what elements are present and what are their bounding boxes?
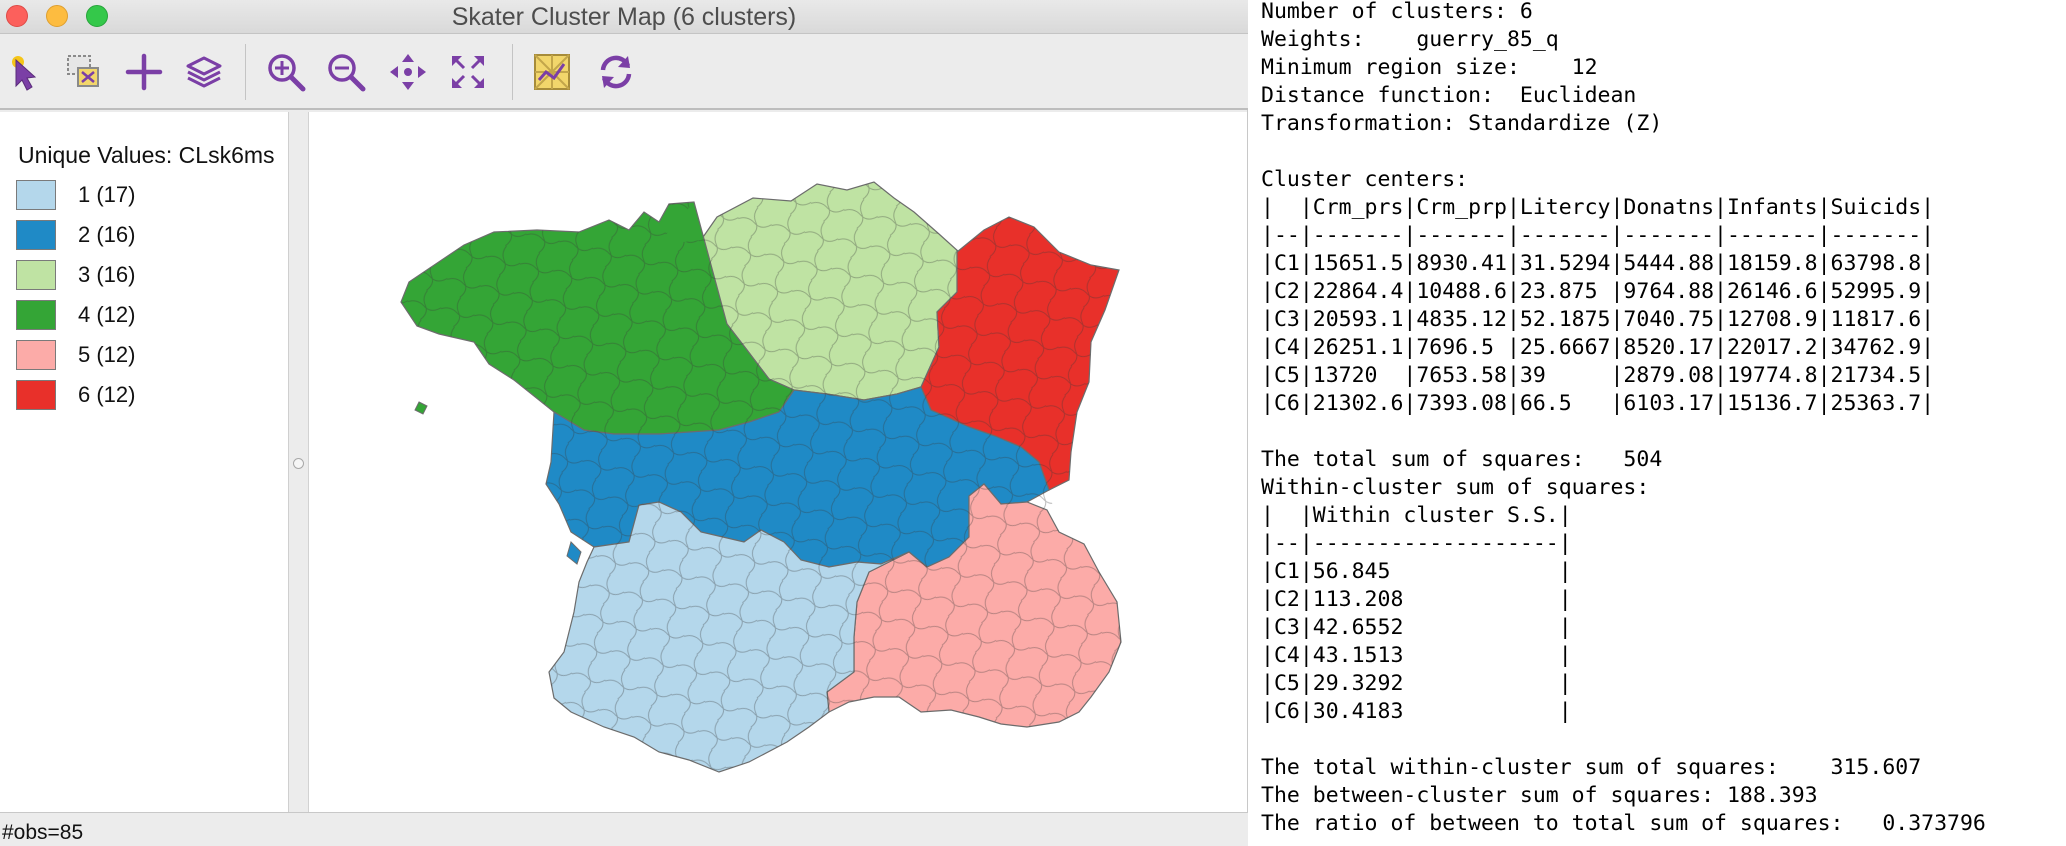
legend-swatch <box>16 300 56 330</box>
legend-swatch <box>16 340 56 370</box>
title-bar[interactable]: Skater Cluster Map (6 clusters) <box>0 0 1248 34</box>
toolbar-separator <box>245 44 246 100</box>
basemap-icon <box>534 54 570 90</box>
map-canvas[interactable] <box>309 112 1247 812</box>
legend-label: 5 (12) <box>78 342 136 367</box>
status-bar: #obs=85 <box>0 812 1248 846</box>
map-toolbar <box>0 34 1248 110</box>
zoom-out-button[interactable] <box>324 50 368 94</box>
cluster-map-window: Skater Cluster Map (6 clusters) Unique V… <box>0 0 1248 846</box>
plus-icon <box>125 53 163 91</box>
map-island <box>566 541 582 565</box>
basemap-button[interactable] <box>530 50 574 94</box>
refresh-button[interactable] <box>594 50 638 94</box>
splitter-handle[interactable] <box>293 458 304 469</box>
legend-label: 1 (17) <box>78 182 136 207</box>
selection-shape-icon <box>67 55 99 87</box>
full-extent-icon <box>452 56 484 88</box>
toolbar-separator <box>512 44 513 100</box>
pan-button[interactable] <box>386 50 430 94</box>
layers-button[interactable] <box>182 50 226 94</box>
legend-title: Unique Values: CLsk6ms <box>18 142 275 168</box>
legend-label: 3 (16) <box>78 262 136 287</box>
map-island <box>414 401 428 415</box>
legend-swatch <box>16 180 56 210</box>
select-pointer-icon <box>12 56 37 91</box>
legend-panel: Unique Values: CLsk6ms 1 (17) 2 (16) 3 (… <box>0 112 289 812</box>
window-title: Skater Cluster Map (6 clusters) <box>451 3 797 31</box>
zoom-in-button[interactable] <box>264 50 308 94</box>
cluster-map[interactable] <box>309 112 1247 812</box>
legend-swatch <box>16 380 56 410</box>
pan-icon <box>390 54 426 90</box>
cluster-summary-panel[interactable]: Number of clusters: 6 Weights: guerry_85… <box>1250 0 2066 846</box>
refresh-icon <box>600 55 632 89</box>
cluster-summary-text: Number of clusters: 6 Weights: guerry_85… <box>1261 0 1986 836</box>
legend-swatch <box>16 220 56 250</box>
panel-splitter[interactable] <box>289 112 309 812</box>
zoom-in-icon <box>268 54 306 92</box>
add-button[interactable] <box>122 50 166 94</box>
full-extent-button[interactable] <box>446 50 490 94</box>
select-tool-button[interactable] <box>2 50 46 94</box>
department-boundaries <box>401 182 1121 772</box>
observation-count: #obs=85 <box>2 821 84 844</box>
layers-icon <box>186 56 222 88</box>
zoom-out-icon <box>328 54 366 92</box>
legend-label: 2 (16) <box>78 222 136 247</box>
legend-swatch <box>16 260 56 290</box>
legend-label: 6 (12) <box>78 382 136 407</box>
app: Skater Cluster Map (6 clusters) Unique V… <box>0 0 2066 846</box>
legend-label: 4 (12) <box>78 302 136 327</box>
selection-shape-button[interactable] <box>62 50 106 94</box>
